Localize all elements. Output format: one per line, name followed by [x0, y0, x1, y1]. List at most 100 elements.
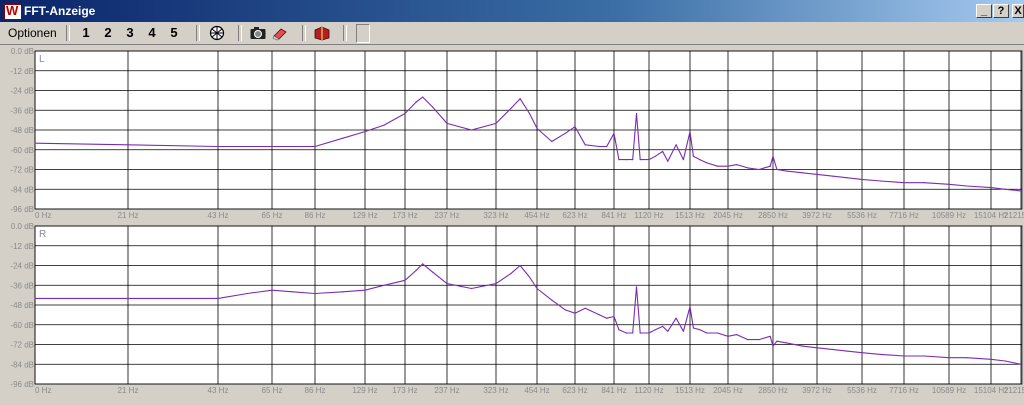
x-tick-label: 10589 Hz [932, 211, 966, 220]
fft-point [846, 177, 848, 179]
fft-point [536, 287, 538, 290]
fft-point [769, 165, 771, 167]
channel-button-2[interactable]: 2 [99, 25, 117, 41]
fft-point [613, 132, 615, 134]
fft-point [880, 353, 882, 355]
fft-point [990, 358, 992, 360]
fft-point [635, 286, 638, 288]
fft-point [654, 329, 656, 331]
fft-point [446, 122, 448, 124]
fft-point [675, 144, 677, 146]
fft-point [667, 160, 669, 162]
toolbar-separator [196, 25, 200, 41]
x-tick-label: 1513 Hz [675, 386, 705, 395]
fft-point [692, 327, 695, 329]
fft-point [1020, 190, 1022, 192]
fft-point [769, 335, 771, 337]
help-button[interactable]: ? [993, 4, 1009, 18]
fft-point [786, 170, 788, 172]
network-icon[interactable] [208, 25, 226, 41]
fft-point [422, 263, 424, 265]
close-button[interactable]: X [1012, 4, 1024, 18]
fft-point [846, 350, 848, 352]
channel-label: L [39, 54, 45, 65]
y-tick-label: 0.0 dB [11, 222, 34, 231]
channel-button-5[interactable]: 5 [165, 25, 183, 41]
fft-point [831, 175, 833, 177]
channel-button-3[interactable]: 3 [121, 25, 139, 41]
fft-point [880, 180, 882, 182]
fft-point [861, 352, 863, 354]
fft-point [415, 101, 417, 103]
x-tick-label: 129 Hz [352, 386, 377, 395]
fft-point [519, 264, 521, 267]
fft-point [706, 332, 708, 334]
fft-point [648, 332, 650, 334]
fft-point [291, 291, 294, 293]
x-tick-label: 2850 Hz [758, 211, 788, 220]
fft-point [990, 187, 992, 189]
fft-point [564, 309, 566, 311]
fft-point [470, 129, 473, 131]
y-tick-label: -60 dB [10, 321, 34, 330]
minimize-button[interactable]: _ [976, 4, 992, 18]
y-tick-label: -84 dB [10, 360, 34, 369]
fft-point [574, 126, 576, 128]
fft-point [314, 292, 316, 295]
app-logo-icon[interactable]: W [4, 3, 22, 20]
y-tick-label: -36 dB [10, 281, 34, 290]
camera-icon[interactable] [249, 25, 267, 41]
fft-point [747, 167, 749, 169]
x-tick-label: 5536 Hz [847, 386, 877, 395]
fft-point [217, 297, 219, 299]
fft-point [217, 145, 219, 148]
fft-point [772, 345, 774, 347]
fft-point [772, 155, 774, 157]
fft-point [786, 342, 788, 344]
fft-point [903, 182, 905, 184]
x-tick-label: 1513 Hz [675, 211, 705, 220]
blank-toggle-button[interactable] [356, 24, 370, 43]
fft-point [536, 127, 538, 129]
fft-point [625, 159, 628, 161]
y-tick-label: 0.0 dB [11, 47, 34, 56]
x-tick-label: 65 Hz [262, 386, 283, 395]
fft-point [923, 355, 925, 357]
fft-point [966, 185, 968, 187]
options-menu[interactable]: Optionen [8, 26, 57, 40]
fft-point [635, 112, 638, 115]
x-tick-label: 10589 Hz [932, 386, 966, 395]
fft-point [246, 292, 249, 295]
fft-point [495, 122, 497, 124]
fft-point [639, 332, 641, 334]
fft-point [689, 306, 691, 308]
y-tick-label: -36 dB [10, 106, 34, 115]
x-tick-label: 0 Hz [35, 211, 51, 220]
fft-point [422, 96, 424, 98]
fft-point [923, 182, 925, 184]
x-tick-label: 7716 Hz [889, 386, 919, 395]
fft-point [1004, 188, 1006, 190]
fft-point [682, 330, 685, 332]
fft-point [364, 289, 366, 291]
fft-point [801, 345, 804, 347]
fft-point [776, 340, 778, 342]
fft-point [692, 155, 695, 157]
channel-button-1[interactable]: 1 [77, 25, 95, 41]
fft-point [903, 355, 905, 357]
fft-point [432, 271, 434, 273]
fft-point [528, 276, 531, 278]
eraser-icon[interactable] [271, 25, 289, 41]
fft-point [689, 131, 691, 133]
title-bar[interactable]: W FFT-Anzeige _ ? X [0, 0, 1024, 22]
x-tick-label: 0 Hz [35, 386, 51, 395]
fft-point [383, 284, 385, 286]
fft-point [706, 162, 708, 164]
book-icon[interactable] [313, 25, 331, 41]
channel-button-4[interactable]: 4 [143, 25, 161, 41]
y-tick-label: -96 dB [10, 205, 34, 214]
fft-panel-r: 0.0 dB -12 dB -24 dB -36 dB -48 dB -60 dB -72 … [10, 222, 1024, 395]
fft-point [598, 145, 601, 148]
fft-panel-l: 0.0 dB -12 dB -24 dB -36 dB -48 dB -60 dB -72 … [10, 47, 1024, 220]
fft-point [654, 155, 656, 157]
